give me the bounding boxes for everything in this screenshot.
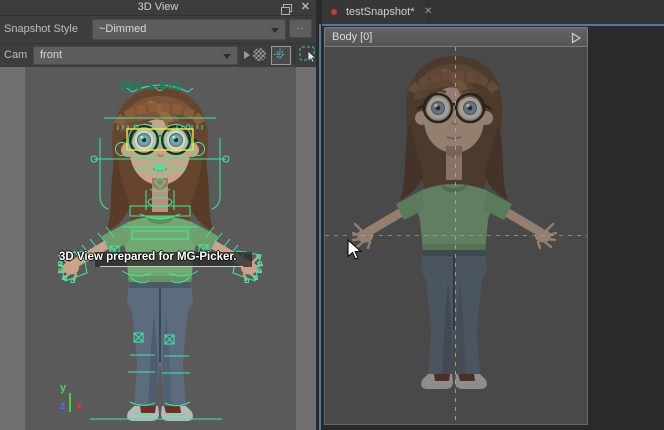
axis-z-label: z [60, 401, 66, 412]
expand-arrow-icon[interactable] [244, 51, 250, 59]
snapshot-style-label: Snapshot Style [4, 19, 78, 40]
cam-dropdown[interactable]: front [33, 46, 238, 65]
toolbar-separator [294, 47, 295, 64]
snapshot-style-dropdown[interactable]: ~Dimmed [92, 19, 286, 40]
axis-y-label: y [60, 383, 66, 394]
overlay-underline [100, 266, 243, 267]
cam-value: front [40, 47, 62, 64]
picker-panel: Body [0] [322, 26, 664, 430]
chevron-down-icon [223, 54, 231, 59]
focus-border-left [319, 24, 321, 430]
axis-y-line [69, 393, 71, 412]
chevron-down-icon [271, 28, 279, 33]
snapshot-canvas[interactable] [324, 47, 588, 425]
3d-viewport[interactable]: 960 x 540 3D View prepared for MG-Picker… [0, 67, 316, 430]
tab-label: testSnapshot* [346, 6, 415, 18]
float-window-icon[interactable] [283, 4, 292, 12]
cam-label: Cam [4, 45, 27, 66]
capture-frame-icon[interactable] [271, 46, 291, 65]
snapshot-style-value: ~Dimmed [99, 20, 146, 39]
close-icon[interactable]: ✕ [301, 0, 310, 15]
tab-close-icon[interactable]: ✕ [424, 0, 432, 24]
resolution-gate-label: 960 x 540 [120, 79, 182, 93]
mouse-cursor [347, 239, 363, 266]
snapshot-style-more-button[interactable]: .. [289, 19, 312, 38]
viewport-overlay-message: 3D View prepared for MG-Picker. [59, 251, 236, 263]
cam-row: Cam front [0, 44, 316, 68]
body-group-label: Body [0] [332, 28, 372, 46]
picker-tab-bar: testSnapshot* ✕ [322, 0, 664, 24]
panel-title-bar[interactable]: 3D View ✕ [0, 0, 316, 16]
axis-x-label: x [76, 401, 82, 412]
3d-view-panel: 3D View ✕ Snapshot Style ~Dimmed .. Cam … [0, 0, 316, 430]
center-guide-horizontal [325, 235, 587, 236]
tab-test-snapshot[interactable]: testSnapshot* ✕ [322, 0, 425, 24]
modified-dot-icon [331, 9, 337, 15]
panel-title: 3D View [0, 0, 316, 15]
checker-transparency-icon[interactable] [253, 48, 266, 61]
body-group-header[interactable]: Body [0] [324, 27, 588, 47]
snapshot-style-row: Snapshot Style ~Dimmed .. [0, 16, 316, 44]
mg-picker-window: 3D View ✕ Snapshot Style ~Dimmed .. Cam … [0, 0, 664, 430]
